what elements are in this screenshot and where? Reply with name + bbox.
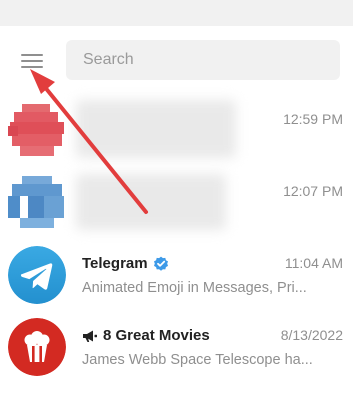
chat-item-8-great-movies[interactable]: 8 Great Movies 8/13/2022 James Webb Spac… bbox=[0, 310, 353, 382]
chat-list-header bbox=[0, 26, 353, 94]
chat-time: 12:59 PM bbox=[283, 111, 343, 127]
chat-preview: Animated Emoji in Messages, Pri... bbox=[82, 280, 307, 296]
window-top-strip bbox=[0, 0, 353, 26]
chat-title-row: 8 Great Movies bbox=[82, 327, 210, 344]
megaphone-icon bbox=[82, 329, 98, 343]
chat-time: 8/13/2022 bbox=[280, 327, 343, 343]
obscured-chat-details bbox=[76, 100, 236, 158]
chat-time: 11:04 AM bbox=[284, 255, 343, 271]
chat-title: Telegram bbox=[82, 255, 148, 272]
chat-title-row: Telegram bbox=[82, 255, 169, 272]
chat-title: 8 Great Movies bbox=[103, 327, 210, 344]
chat-item-1[interactable]: 12:59 PM bbox=[0, 94, 353, 166]
chat-preview: James Webb Space Telescope ha... bbox=[82, 352, 313, 368]
chat-item-2[interactable]: 12:07 PM bbox=[0, 166, 353, 238]
chat-avatar-obscured bbox=[8, 102, 66, 160]
search-input[interactable] bbox=[66, 40, 340, 80]
chat-avatar-obscured bbox=[8, 174, 66, 232]
chat-time: 12:07 PM bbox=[283, 183, 343, 199]
popcorn-icon bbox=[8, 318, 66, 376]
verified-badge-icon bbox=[153, 256, 169, 272]
chat-item-telegram[interactable]: Telegram 11:04 AM Animated Emoji in Mess… bbox=[0, 238, 353, 310]
hamburger-menu-icon[interactable] bbox=[10, 44, 54, 78]
telegram-plane-icon bbox=[8, 246, 66, 304]
obscured-chat-details bbox=[76, 174, 226, 230]
